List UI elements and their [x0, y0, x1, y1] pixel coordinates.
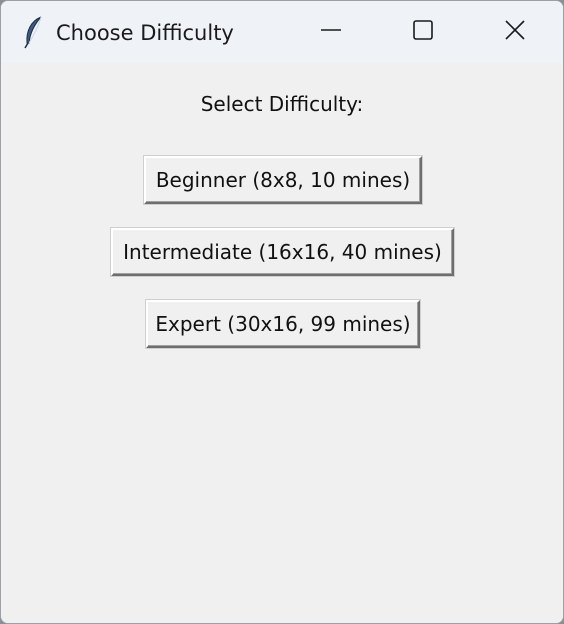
beginner-button[interactable]: Beginner (8x8, 10 mines): [144, 156, 422, 204]
close-button[interactable]: [469, 1, 561, 63]
feather-icon: [23, 15, 45, 49]
dialog-body: Select Difficulty: Beginner (8x8, 10 min…: [1, 63, 563, 623]
minimize-button[interactable]: [285, 1, 377, 63]
intermediate-button[interactable]: Intermediate (16x16, 40 mines): [111, 228, 454, 276]
window-title: Choose Difficulty: [56, 21, 234, 45]
maximize-icon: [412, 19, 434, 45]
difficulty-window: Choose Difficulty Select Difficulty: Beg…: [0, 0, 564, 624]
close-icon: [504, 19, 526, 45]
select-difficulty-label: Select Difficulty:: [200, 92, 364, 116]
maximize-button[interactable]: [377, 1, 469, 63]
minimize-icon: [320, 19, 342, 45]
title-bar[interactable]: Choose Difficulty: [1, 1, 563, 63]
expert-button[interactable]: Expert (30x16, 99 mines): [146, 300, 420, 348]
